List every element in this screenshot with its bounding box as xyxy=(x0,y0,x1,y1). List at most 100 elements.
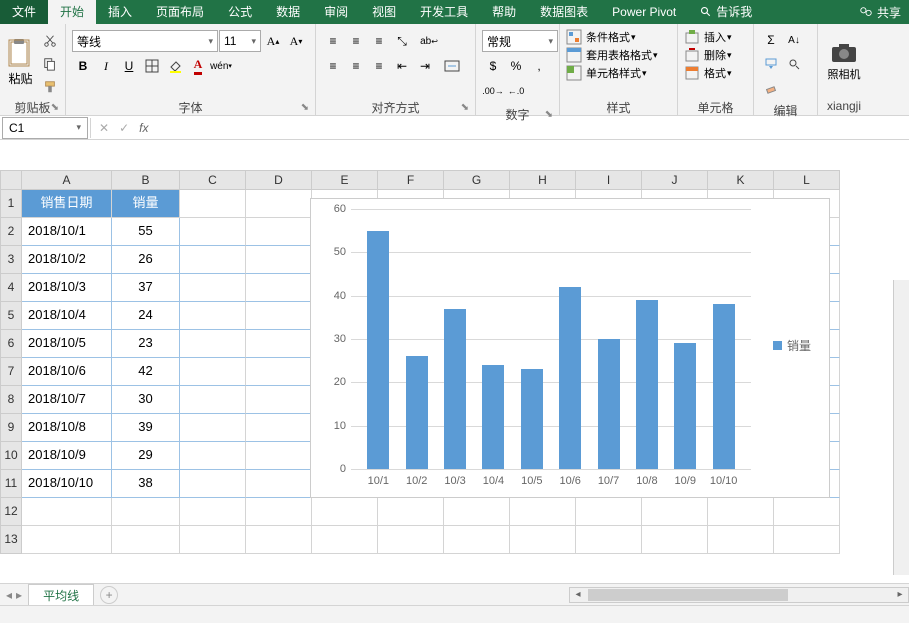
row-header[interactable]: 1 xyxy=(0,190,22,218)
tab-home[interactable]: 开始 xyxy=(48,0,96,24)
tab-datachart[interactable]: 数据图表 xyxy=(528,0,600,24)
orientation-button[interactable]: ⤡ xyxy=(391,30,413,52)
align-top-button[interactable]: ≡ xyxy=(322,30,344,52)
align-center-button[interactable]: ≡ xyxy=(345,55,367,77)
cell[interactable] xyxy=(246,274,312,302)
decrease-decimal-button[interactable]: ←.0 xyxy=(505,80,527,102)
format-cells-button[interactable]: 格式▾ xyxy=(684,65,732,81)
sheet-tab[interactable]: 平均线 xyxy=(28,584,94,606)
camera-button[interactable]: 照相机 xyxy=(822,26,866,98)
scroll-thumb[interactable] xyxy=(588,589,788,601)
cell[interactable] xyxy=(642,526,708,554)
sheet-nav-prev-icon[interactable]: ◂ xyxy=(6,588,12,602)
cell[interactable] xyxy=(708,498,774,526)
cell[interactable] xyxy=(180,330,246,358)
fill-button[interactable] xyxy=(760,53,782,75)
column-header[interactable]: C xyxy=(180,170,246,190)
chart-bar[interactable] xyxy=(559,287,581,469)
cell[interactable] xyxy=(246,414,312,442)
column-header[interactable]: B xyxy=(112,170,180,190)
cell[interactable]: 23 xyxy=(112,330,180,358)
row-header[interactable]: 7 xyxy=(0,358,22,386)
column-header[interactable]: L xyxy=(774,170,840,190)
tab-data[interactable]: 数据 xyxy=(264,0,312,24)
cell[interactable] xyxy=(378,526,444,554)
cancel-formula-icon[interactable]: ✕ xyxy=(99,121,109,135)
cell[interactable]: 2018/10/5 xyxy=(22,330,112,358)
column-header[interactable]: J xyxy=(642,170,708,190)
cell[interactable]: 2018/10/7 xyxy=(22,386,112,414)
cell[interactable] xyxy=(22,526,112,554)
clipboard-expand-icon[interactable]: ⬊ xyxy=(51,102,59,113)
cut-button[interactable] xyxy=(39,30,61,52)
tab-review[interactable]: 审阅 xyxy=(312,0,360,24)
cell[interactable] xyxy=(180,302,246,330)
cell[interactable]: 2018/10/2 xyxy=(22,246,112,274)
cell[interactable] xyxy=(180,358,246,386)
row-header[interactable]: 12 xyxy=(0,498,22,526)
cell[interactable] xyxy=(180,274,246,302)
decrease-font-button[interactable]: A▾ xyxy=(285,30,307,52)
conditional-format-button[interactable]: 条件格式▾ xyxy=(566,29,636,45)
chart-bar[interactable] xyxy=(367,231,389,469)
decrease-indent-button[interactable]: ⇤ xyxy=(391,55,413,77)
row-header[interactable]: 9 xyxy=(0,414,22,442)
align-bottom-button[interactable]: ≡ xyxy=(368,30,390,52)
chart-bar[interactable] xyxy=(598,339,620,469)
border-button[interactable] xyxy=(141,55,163,77)
cell[interactable] xyxy=(180,414,246,442)
cell[interactable] xyxy=(180,190,246,218)
cell[interactable] xyxy=(774,498,840,526)
name-box[interactable]: C1▾ xyxy=(2,117,88,139)
underline-button[interactable]: U xyxy=(118,55,140,77)
select-all-corner[interactable] xyxy=(0,170,22,190)
increase-decimal-button[interactable]: .00→ xyxy=(482,80,504,102)
cell[interactable]: 55 xyxy=(112,218,180,246)
increase-font-button[interactable]: A▴ xyxy=(262,30,284,52)
tab-view[interactable]: 视图 xyxy=(360,0,408,24)
column-header[interactable]: G xyxy=(444,170,510,190)
cell[interactable]: 2018/10/10 xyxy=(22,470,112,498)
cell[interactable]: 38 xyxy=(112,470,180,498)
add-sheet-button[interactable]: + xyxy=(100,586,118,604)
cell[interactable] xyxy=(312,526,378,554)
cell[interactable] xyxy=(246,218,312,246)
italic-button[interactable]: I xyxy=(95,55,117,77)
row-header[interactable]: 10 xyxy=(0,442,22,470)
cell[interactable] xyxy=(246,442,312,470)
cell[interactable] xyxy=(312,498,378,526)
cell[interactable] xyxy=(246,386,312,414)
cell[interactable] xyxy=(246,470,312,498)
cell[interactable] xyxy=(510,526,576,554)
align-middle-button[interactable]: ≡ xyxy=(345,30,367,52)
number-format-select[interactable]: 常规▾ xyxy=(482,30,558,52)
chart-object[interactable]: 10/110/210/310/410/510/610/710/810/910/1… xyxy=(310,198,830,498)
enter-formula-icon[interactable]: ✓ xyxy=(119,121,129,135)
cell[interactable] xyxy=(246,330,312,358)
column-header[interactable]: K xyxy=(708,170,774,190)
cell[interactable] xyxy=(246,246,312,274)
paste-button[interactable]: 粘贴 xyxy=(4,26,37,98)
wrap-text-button[interactable]: ab↩ xyxy=(414,30,444,52)
cell[interactable] xyxy=(22,498,112,526)
merge-button[interactable] xyxy=(437,55,467,77)
cell[interactable] xyxy=(510,498,576,526)
cell[interactable] xyxy=(774,526,840,554)
cell[interactable]: 37 xyxy=(112,274,180,302)
row-header[interactable]: 11 xyxy=(0,470,22,498)
share-button[interactable]: 共享 xyxy=(851,0,909,24)
format-painter-button[interactable] xyxy=(39,76,61,98)
font-expand-icon[interactable]: ⬊ xyxy=(301,102,309,113)
tab-powerpivot[interactable]: Power Pivot xyxy=(600,0,688,24)
worksheet-grid[interactable]: ABCDEFGHIJKL 12345678910111213 销售日期销量201… xyxy=(0,140,909,575)
sheet-nav-next-icon[interactable]: ▸ xyxy=(16,588,22,602)
cell[interactable]: 39 xyxy=(112,414,180,442)
cell[interactable] xyxy=(180,498,246,526)
cell[interactable]: 2018/10/6 xyxy=(22,358,112,386)
cell[interactable] xyxy=(180,442,246,470)
horizontal-scrollbar[interactable]: ◂ ▸ xyxy=(569,587,909,603)
cell[interactable]: 2018/10/3 xyxy=(22,274,112,302)
cell[interactable] xyxy=(246,526,312,554)
cell[interactable] xyxy=(444,526,510,554)
cell[interactable] xyxy=(112,526,180,554)
